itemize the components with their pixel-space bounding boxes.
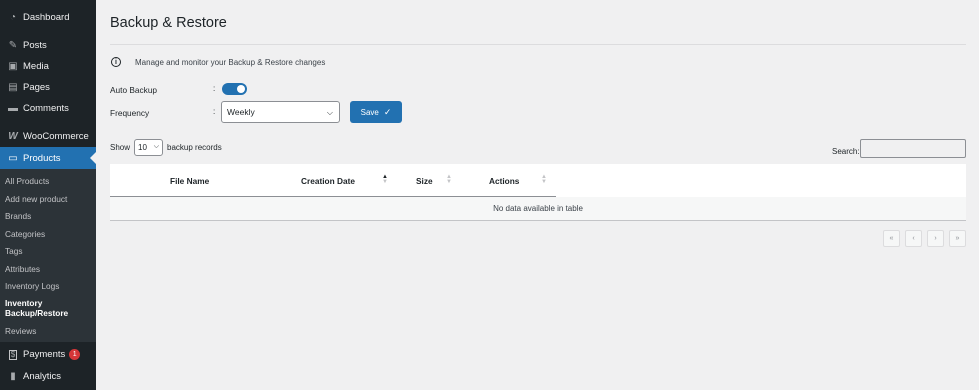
pager-first-button[interactable]: «	[883, 230, 900, 247]
page-length-select[interactable]: 10 ⌵	[134, 139, 164, 156]
submenu-inventory-logs[interactable]: Inventory Logs	[5, 281, 59, 291]
page-length-value: 10	[138, 143, 147, 152]
submenu-inventory-backup-restore[interactable]: Inventory Backup/Restore	[5, 298, 93, 318]
analytics-icon: ▮	[10, 371, 16, 382]
sort-icon[interactable]: ▲ ▼	[446, 174, 452, 185]
toggle-knob	[237, 85, 245, 93]
table-empty-row: No data available in table	[110, 197, 966, 221]
show-label: Show	[110, 143, 131, 152]
menu-item-analytics[interactable]: ▮ Analytics	[0, 366, 96, 387]
save-label: Save	[360, 107, 379, 117]
submenu-reviews[interactable]: Reviews	[5, 326, 36, 336]
column-size[interactable]: Size	[416, 176, 433, 186]
column-actions[interactable]: Actions	[489, 176, 519, 186]
woocommerce-icon: W	[8, 131, 18, 142]
submenu-add-new-product[interactable]: Add new product	[5, 194, 67, 204]
pin-icon: ✎	[8, 40, 18, 51]
dashboard-icon: ◔	[9, 12, 17, 23]
auto-backup-colon: :	[213, 84, 216, 93]
table-header: File Name Creation Date ▲ ▼ Size ▲ ▼ Actio…	[110, 164, 966, 197]
submenu-attributes[interactable]: Attributes	[5, 264, 40, 274]
save-button[interactable]: Save ✓	[350, 101, 402, 123]
column-file-name[interactable]: File Name	[170, 176, 209, 186]
menu-item-dashboard[interactable]: ◔ Dashboard	[0, 7, 96, 28]
page-title: Backup & Restore	[110, 15, 227, 31]
search-input[interactable]	[860, 139, 966, 158]
payments-badge: 1	[69, 349, 81, 360]
frequency-value: Weekly	[227, 107, 255, 117]
search-label: Search:	[832, 147, 860, 156]
checkmark-icon: ✓	[383, 106, 392, 117]
pages-icon: ▤	[8, 82, 18, 93]
pager-next-button[interactable]: ›	[927, 230, 944, 247]
frequency-colon: :	[213, 107, 216, 116]
menu-item-payments[interactable]: $ Payments 1	[0, 344, 96, 365]
frequency-select[interactable]: Weekly ⌵	[221, 101, 340, 123]
menu-item-pages[interactable]: ▤ Pages	[0, 77, 96, 98]
auto-backup-label: Auto Backup	[110, 85, 158, 95]
menu-item-comments[interactable]: ▬ Comments	[0, 98, 96, 119]
pager-last-button[interactable]: »	[949, 230, 966, 247]
title-divider	[110, 44, 966, 45]
comments-icon: ▬	[8, 103, 18, 114]
info-icon: i	[111, 57, 121, 67]
info-text: Manage and monitor your Backup & Restore…	[135, 57, 326, 67]
menu-item-products[interactable]: ▭ Products	[0, 147, 96, 169]
chevron-down-icon: ⌵	[326, 108, 333, 117]
frequency-label: Frequency	[110, 108, 150, 118]
records-label: backup records	[167, 143, 222, 152]
media-icon: ▣	[8, 61, 18, 72]
menu-item-woocommerce[interactable]: W WooCommerce	[0, 126, 96, 147]
products-icon: ▭	[8, 152, 18, 164]
sort-icon[interactable]: ▲ ▼	[541, 174, 547, 185]
submenu-all-products[interactable]: All Products	[5, 176, 49, 186]
sort-asc-icon[interactable]: ▲ ▼	[382, 174, 388, 185]
pager-prev-button[interactable]: ‹	[905, 230, 922, 247]
payments-icon: $	[8, 349, 18, 360]
submenu-tags[interactable]: Tags	[5, 246, 23, 256]
chevron-down-icon: ⌵	[153, 143, 160, 150]
auto-backup-toggle[interactable]	[222, 83, 247, 95]
info-row: i Manage and monitor your Backup & Resto…	[111, 57, 325, 67]
page-length-control: Show 10 ⌵ backup records	[110, 139, 222, 156]
empty-message: No data available in table	[493, 204, 583, 213]
menu-item-posts[interactable]: ✎ Posts	[0, 35, 96, 56]
products-submenu: All Products Add new product Brands Cate…	[0, 169, 96, 342]
admin-sidebar: ◔ Dashboard ✎ Posts ▣ Media ▤ Pages ▬ Co…	[0, 0, 96, 390]
submenu-brands[interactable]: Brands	[5, 211, 31, 221]
active-menu-arrow	[90, 152, 96, 164]
column-creation-date[interactable]: Creation Date	[301, 176, 355, 186]
submenu-categories[interactable]: Categories	[5, 229, 45, 239]
menu-item-media[interactable]: ▣ Media	[0, 56, 96, 77]
